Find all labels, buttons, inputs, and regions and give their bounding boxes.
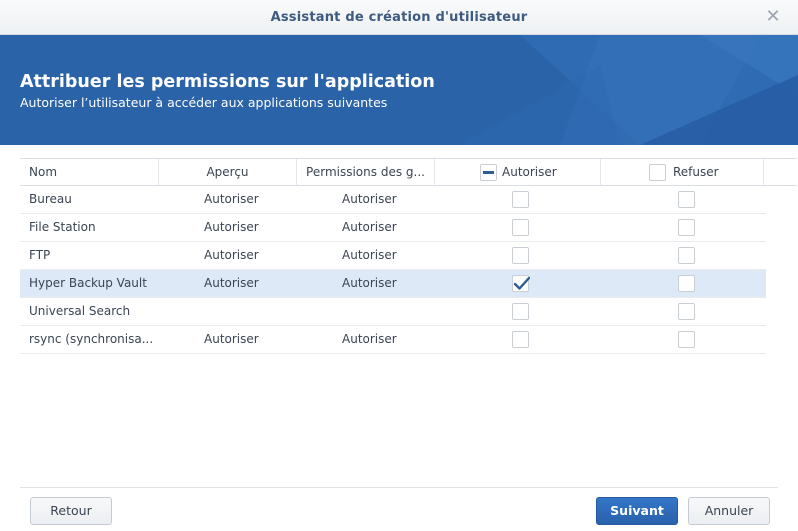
deny-checkbox[interactable] [678, 331, 695, 348]
page-subtitle: Autoriser l’utilisateur à accéder aux ap… [20, 95, 388, 110]
app-name: rsync (synchronisa... [29, 332, 154, 346]
allow-checkbox[interactable] [512, 191, 529, 208]
apercu-value: Autoriser [204, 192, 259, 206]
apercu-value [204, 298, 304, 325]
table-header: Nom Aperçu Permissions des g... Autorise… [20, 158, 797, 186]
deny-checkbox[interactable] [678, 191, 695, 208]
title-bar: Assistant de création d'utilisateur ✕ [0, 0, 798, 35]
page-title: Attribuer les permissions sur l'applicat… [20, 72, 435, 92]
apercu-value: Autoriser [204, 332, 259, 346]
deny-checkbox[interactable] [678, 275, 695, 292]
allow-checkbox[interactable] [512, 331, 529, 348]
deny-checkbox[interactable] [678, 303, 695, 320]
deny-all-checkbox[interactable] [649, 164, 666, 181]
allow-checkbox[interactable] [512, 303, 529, 320]
group-permission-value: Autoriser [342, 276, 397, 290]
column-header-allow-label: Autoriser [502, 165, 557, 179]
column-header-deny[interactable]: Refuser [601, 159, 764, 186]
allow-all-checkbox[interactable] [480, 164, 497, 181]
group-permission-value: Autoriser [342, 220, 397, 234]
window-title: Assistant de création d'utilisateur [270, 10, 528, 25]
app-name: Universal Search [29, 304, 131, 318]
table-row[interactable]: rsync (synchronisa... Autoriser Autorise… [20, 326, 766, 354]
footer-divider [20, 487, 778, 488]
column-header-name[interactable]: Nom [20, 159, 159, 186]
back-button[interactable]: Retour [30, 497, 112, 525]
app-name: Bureau [29, 192, 72, 206]
deny-checkbox[interactable] [678, 247, 695, 264]
allow-checkbox[interactable] [512, 275, 530, 292]
header-banner: Attribuer les permissions sur l'applicat… [0, 35, 798, 145]
permissions-table: Nom Aperçu Permissions des g... Autorise… [20, 158, 797, 354]
table-row-selected[interactable]: Hyper Backup Vault Autoriser Autoriser [20, 270, 766, 298]
column-header-apercu[interactable]: Aperçu [159, 159, 297, 186]
column-header-allow[interactable]: Autoriser [435, 159, 601, 186]
apercu-value: Autoriser [204, 220, 259, 234]
group-permission-value: Autoriser [342, 248, 397, 262]
table-row[interactable]: FTP Autoriser Autoriser [20, 242, 766, 270]
apercu-value: Autoriser [204, 248, 259, 262]
column-header-deny-label: Refuser [673, 165, 719, 179]
group-permission-value [342, 298, 442, 325]
cancel-button[interactable]: Annuler [688, 497, 770, 525]
app-name: Hyper Backup Vault [29, 276, 147, 290]
table-row[interactable]: Bureau Autoriser Autoriser [20, 186, 766, 214]
close-icon[interactable]: ✕ [764, 8, 782, 26]
column-header-group-permissions[interactable]: Permissions des g... [297, 159, 435, 186]
group-permission-value: Autoriser [342, 192, 397, 206]
apercu-value: Autoriser [204, 276, 259, 290]
allow-checkbox[interactable] [512, 219, 529, 236]
app-name: File Station [29, 220, 96, 234]
checkmark-icon [513, 276, 530, 290]
table-row[interactable]: File Station Autoriser Autoriser [20, 214, 766, 242]
table-row[interactable]: Universal Search [20, 298, 766, 326]
next-button[interactable]: Suivant [596, 497, 678, 525]
deny-checkbox[interactable] [678, 219, 695, 236]
indeterminate-icon [483, 171, 494, 174]
app-name: FTP [29, 248, 51, 262]
group-permission-value: Autoriser [342, 332, 397, 346]
allow-checkbox[interactable] [512, 247, 529, 264]
